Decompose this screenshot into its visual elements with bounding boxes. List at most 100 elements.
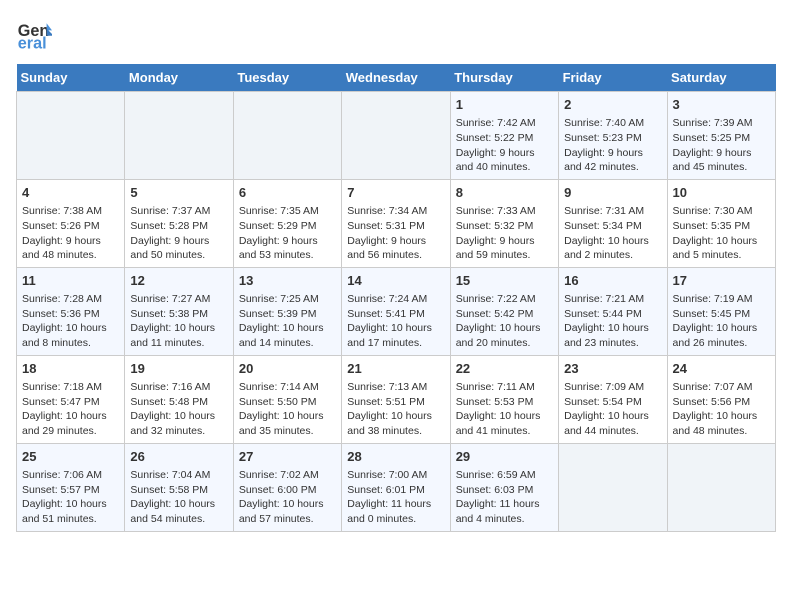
day-number: 22 bbox=[456, 360, 553, 378]
calendar-cell: 4 Sunrise: 7:38 AMSunset: 5:26 PMDaylight… bbox=[17, 179, 125, 267]
calendar-cell: 11 Sunrise: 7:28 AMSunset: 5:36 PMDayligh… bbox=[17, 267, 125, 355]
day-info: Sunrise: 7:30 AMSunset: 5:35 PMDaylight:… bbox=[673, 204, 770, 263]
day-number: 1 bbox=[456, 96, 553, 114]
calendar-cell: 13 Sunrise: 7:25 AMSunset: 5:39 PMDayligh… bbox=[233, 267, 341, 355]
calendar-cell: 27 Sunrise: 7:02 AMSunset: 6:00 PMDayligh… bbox=[233, 443, 341, 531]
calendar-cell: 25 Sunrise: 7:06 AMSunset: 5:57 PMDayligh… bbox=[17, 443, 125, 531]
calendar-table: SundayMondayTuesdayWednesdayThursdayFrid… bbox=[16, 64, 776, 532]
calendar-week-1: 1Sunrise: 7:42 AMSunset: 5:22 PMDaylight… bbox=[17, 92, 776, 180]
day-info: Sunrise: 7:07 AMSunset: 5:56 PMDaylight:… bbox=[673, 380, 770, 439]
calendar-cell: 10 Sunrise: 7:30 AMSunset: 5:35 PMDayligh… bbox=[667, 179, 775, 267]
day-number: 14 bbox=[347, 272, 444, 290]
calendar-cell: 21 Sunrise: 7:13 AMSunset: 5:51 PMDayligh… bbox=[342, 355, 450, 443]
day-number: 26 bbox=[130, 448, 227, 466]
day-number: 13 bbox=[239, 272, 336, 290]
day-info: Sunrise: 7:35 AMSunset: 5:29 PMDaylight:… bbox=[239, 204, 336, 263]
day-number: 23 bbox=[564, 360, 661, 378]
svg-text:eral: eral bbox=[18, 34, 47, 52]
day-info: Sunrise: 7:25 AMSunset: 5:39 PMDaylight:… bbox=[239, 292, 336, 351]
day-number: 5 bbox=[130, 184, 227, 202]
day-info: Sunrise: 7:22 AMSunset: 5:42 PMDaylight:… bbox=[456, 292, 553, 351]
calendar-cell: 26 Sunrise: 7:04 AMSunset: 5:58 PMDayligh… bbox=[125, 443, 233, 531]
page-header: Gen eral bbox=[16, 16, 776, 52]
calendar-cell: 16Sunrise: 7:21 AMSunset: 5:44 PMDayligh… bbox=[559, 267, 667, 355]
day-info: Sunrise: 7:16 AMSunset: 5:48 PMDaylight:… bbox=[130, 380, 227, 439]
calendar-cell: 15 Sunrise: 7:22 AMSunset: 5:42 PMDayligh… bbox=[450, 267, 558, 355]
calendar-cell: 18 Sunrise: 7:18 AMSunset: 5:47 PMDayligh… bbox=[17, 355, 125, 443]
day-info: Sunrise: 7:33 AMSunset: 5:32 PMDaylight:… bbox=[456, 204, 553, 263]
weekday-header-sunday: Sunday bbox=[17, 64, 125, 92]
day-number: 3 bbox=[673, 96, 770, 114]
day-number: 8 bbox=[456, 184, 553, 202]
calendar-cell bbox=[667, 443, 775, 531]
day-info: Sunrise: 7:13 AMSunset: 5:51 PMDaylight:… bbox=[347, 380, 444, 439]
calendar-cell: 5Sunrise: 7:37 AMSunset: 5:28 PMDaylight… bbox=[125, 179, 233, 267]
calendar-cell bbox=[559, 443, 667, 531]
day-number: 15 bbox=[456, 272, 553, 290]
day-info: Sunrise: 7:27 AMSunset: 5:38 PMDaylight:… bbox=[130, 292, 227, 351]
day-info: Sunrise: 7:00 AMSunset: 6:01 PMDaylight:… bbox=[347, 468, 444, 527]
weekday-header-monday: Monday bbox=[125, 64, 233, 92]
day-number: 20 bbox=[239, 360, 336, 378]
day-info: Sunrise: 7:40 AMSunset: 5:23 PMDaylight:… bbox=[564, 116, 661, 175]
day-info: Sunrise: 7:19 AMSunset: 5:45 PMDaylight:… bbox=[673, 292, 770, 351]
day-number: 7 bbox=[347, 184, 444, 202]
calendar-cell bbox=[125, 92, 233, 180]
calendar-cell: 20 Sunrise: 7:14 AMSunset: 5:50 PMDayligh… bbox=[233, 355, 341, 443]
day-number: 28 bbox=[347, 448, 444, 466]
logo: Gen eral bbox=[16, 16, 56, 52]
day-number: 19 bbox=[130, 360, 227, 378]
day-info: Sunrise: 7:39 AMSunset: 5:25 PMDaylight:… bbox=[673, 116, 770, 175]
calendar-cell: 6 Sunrise: 7:35 AMSunset: 5:29 PMDaylight… bbox=[233, 179, 341, 267]
calendar-cell: 28 Sunrise: 7:00 AMSunset: 6:01 PMDayligh… bbox=[342, 443, 450, 531]
calendar-cell: 17 Sunrise: 7:19 AMSunset: 5:45 PMDayligh… bbox=[667, 267, 775, 355]
day-number: 25 bbox=[22, 448, 119, 466]
calendar-week-5: 25 Sunrise: 7:06 AMSunset: 5:57 PMDayligh… bbox=[17, 443, 776, 531]
day-number: 11 bbox=[22, 272, 119, 290]
day-number: 17 bbox=[673, 272, 770, 290]
day-number: 21 bbox=[347, 360, 444, 378]
day-info: Sunrise: 7:18 AMSunset: 5:47 PMDaylight:… bbox=[22, 380, 119, 439]
weekday-header-thursday: Thursday bbox=[450, 64, 558, 92]
day-info: Sunrise: 7:21 AMSunset: 5:44 PMDaylight:… bbox=[564, 292, 661, 351]
day-number: 2 bbox=[564, 96, 661, 114]
calendar-cell: 29 Sunrise: 6:59 AMSunset: 6:03 PMDayligh… bbox=[450, 443, 558, 531]
day-number: 24 bbox=[673, 360, 770, 378]
weekday-header-friday: Friday bbox=[559, 64, 667, 92]
calendar-cell: 23 Sunrise: 7:09 AMSunset: 5:54 PMDayligh… bbox=[559, 355, 667, 443]
calendar-cell: 2 Sunrise: 7:40 AMSunset: 5:23 PMDaylight… bbox=[559, 92, 667, 180]
calendar-cell: 8 Sunrise: 7:33 AMSunset: 5:32 PMDaylight… bbox=[450, 179, 558, 267]
day-info: Sunrise: 7:02 AMSunset: 6:00 PMDaylight:… bbox=[239, 468, 336, 527]
calendar-cell: 14Sunrise: 7:24 AMSunset: 5:41 PMDayligh… bbox=[342, 267, 450, 355]
day-info: Sunrise: 7:31 AMSunset: 5:34 PMDaylight:… bbox=[564, 204, 661, 263]
calendar-cell bbox=[342, 92, 450, 180]
day-number: 12 bbox=[130, 272, 227, 290]
day-info: Sunrise: 7:06 AMSunset: 5:57 PMDaylight:… bbox=[22, 468, 119, 527]
day-info: Sunrise: 7:34 AMSunset: 5:31 PMDaylight:… bbox=[347, 204, 444, 263]
day-info: Sunrise: 7:38 AMSunset: 5:26 PMDaylight:… bbox=[22, 204, 119, 263]
day-number: 6 bbox=[239, 184, 336, 202]
day-info: Sunrise: 7:28 AMSunset: 5:36 PMDaylight:… bbox=[22, 292, 119, 351]
day-info: Sunrise: 7:04 AMSunset: 5:58 PMDaylight:… bbox=[130, 468, 227, 527]
calendar-cell: 7 Sunrise: 7:34 AMSunset: 5:31 PMDaylight… bbox=[342, 179, 450, 267]
day-number: 27 bbox=[239, 448, 336, 466]
day-info: Sunrise: 7:14 AMSunset: 5:50 PMDaylight:… bbox=[239, 380, 336, 439]
day-number: 18 bbox=[22, 360, 119, 378]
calendar-week-3: 11 Sunrise: 7:28 AMSunset: 5:36 PMDayligh… bbox=[17, 267, 776, 355]
calendar-week-2: 4 Sunrise: 7:38 AMSunset: 5:26 PMDaylight… bbox=[17, 179, 776, 267]
calendar-cell: 12 Sunrise: 7:27 AMSunset: 5:38 PMDayligh… bbox=[125, 267, 233, 355]
calendar-cell: 9 Sunrise: 7:31 AMSunset: 5:34 PMDaylight… bbox=[559, 179, 667, 267]
day-info: Sunrise: 7:11 AMSunset: 5:53 PMDaylight:… bbox=[456, 380, 553, 439]
calendar-week-4: 18 Sunrise: 7:18 AMSunset: 5:47 PMDayligh… bbox=[17, 355, 776, 443]
day-info: Sunrise: 6:59 AMSunset: 6:03 PMDaylight:… bbox=[456, 468, 553, 527]
calendar-cell bbox=[233, 92, 341, 180]
day-number: 9 bbox=[564, 184, 661, 202]
calendar-cell: 3 Sunrise: 7:39 AMSunset: 5:25 PMDaylight… bbox=[667, 92, 775, 180]
weekday-header-tuesday: Tuesday bbox=[233, 64, 341, 92]
day-number: 10 bbox=[673, 184, 770, 202]
calendar-cell bbox=[17, 92, 125, 180]
day-info: Sunrise: 7:09 AMSunset: 5:54 PMDaylight:… bbox=[564, 380, 661, 439]
day-number: 4 bbox=[22, 184, 119, 202]
day-number: 29 bbox=[456, 448, 553, 466]
logo-icon: Gen eral bbox=[16, 16, 52, 52]
